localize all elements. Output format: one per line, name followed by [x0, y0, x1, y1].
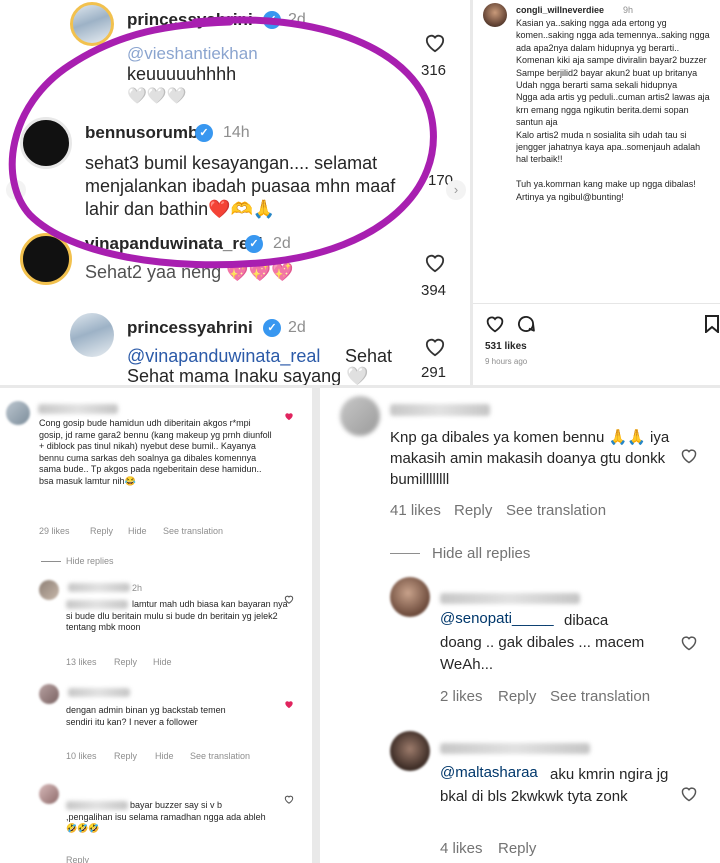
blurred-username [390, 404, 490, 416]
like-count[interactable]: 4 likes [440, 840, 483, 857]
hide-replies-line [390, 553, 420, 554]
comment-text: Cong gosip bude hamidun udh diberitain a… [39, 418, 272, 486]
blurred-username [440, 743, 590, 754]
blurred-username [68, 583, 130, 592]
comment-text: aku kmrin ngira jg bkal di bls 2kwkwk ty… [440, 766, 669, 805]
reply-button[interactable]: Reply [498, 688, 536, 705]
avatar[interactable] [6, 401, 30, 425]
blurred-username [440, 593, 580, 604]
hide-button[interactable]: Hide [153, 657, 172, 667]
highlight-circle [8, 16, 437, 269]
liked-heart-icon[interactable] [284, 412, 294, 421]
hide-button[interactable]: Hide [155, 751, 174, 761]
reply-button[interactable]: Reply [90, 526, 113, 536]
bottom-left-panel: Cong gosip bude hamidun udh diberitain a… [0, 388, 312, 863]
comment-time: 2d [288, 319, 306, 336]
blurred-username [68, 688, 130, 697]
divider [473, 303, 720, 304]
bookmark-icon[interactable] [705, 315, 719, 333]
reply-button[interactable]: Reply [498, 840, 536, 857]
heart-icon[interactable] [284, 795, 294, 804]
hide-button[interactable]: Hide [128, 526, 147, 536]
see-translation-link[interactable]: See translation [190, 751, 250, 761]
see-translation-link[interactable]: See translation [550, 688, 650, 705]
like-count[interactable]: 10 likes [66, 751, 97, 761]
like-count[interactable]: 13 likes [66, 657, 97, 667]
comment-time: 9h [623, 5, 634, 15]
avatar[interactable] [39, 684, 59, 704]
avatar[interactable] [340, 396, 380, 436]
comment-text: dibaca doang .. gak dibales ... macem We… [440, 612, 645, 673]
comment-text: Kasian ya..saking ngga ada ertong yg kom… [516, 18, 710, 202]
reply-button[interactable]: Reply [454, 502, 492, 519]
comment-time: 2h [132, 583, 143, 593]
hide-replies-line [41, 561, 61, 562]
avatar[interactable] [70, 313, 114, 357]
verified-icon: ✓ [263, 319, 281, 337]
reply-button[interactable]: Reply [114, 751, 137, 761]
post-time: 9 hours ago [485, 357, 528, 366]
bottom-right-panel: Knp ga dibales ya komen bennu 🙏🙏 iya mak… [320, 388, 720, 863]
hide-replies-button[interactable]: Hide replies [66, 556, 114, 566]
heart-icon[interactable] [424, 337, 446, 357]
like-count: 291 [421, 364, 447, 381]
see-translation-link[interactable]: See translation [506, 502, 606, 519]
top-right-panel: congli_willneverdiee 9h Kasian ya..sakin… [473, 0, 720, 385]
comment-text: dengan admin binan yg backstab temen sen… [66, 705, 226, 727]
comment-username[interactable]: princessyahrini [127, 318, 253, 338]
comment-text: Knp ga dibales ya komen bennu 🙏🙏 iya mak… [390, 429, 670, 488]
comment-text: Sehat Sehat mama Inaku sayang 🤍🤍 [127, 346, 393, 385]
divider [312, 388, 320, 863]
reply-button[interactable]: Reply [114, 657, 137, 667]
hide-all-replies-button[interactable]: Hide all replies [432, 545, 530, 562]
heart-icon[interactable] [680, 448, 698, 464]
like-count[interactable]: 29 likes [39, 526, 70, 536]
avatar[interactable] [39, 580, 59, 600]
comment-text: bayar buzzer say si v b ,pengalihan isu … [66, 800, 266, 833]
comment-username[interactable]: congli_willneverdiee [516, 5, 604, 15]
liked-heart-icon[interactable] [284, 700, 294, 709]
avatar[interactable] [390, 731, 430, 771]
like-count[interactable]: 41 likes [390, 502, 441, 519]
see-translation-link[interactable]: See translation [163, 526, 223, 536]
like-count[interactable]: 2 likes [440, 688, 483, 705]
avatar[interactable] [39, 784, 59, 804]
blurred-username [38, 404, 118, 414]
heart-icon[interactable] [680, 786, 698, 802]
avatar[interactable] [483, 3, 507, 27]
comment-icon[interactable] [516, 314, 536, 334]
heart-icon[interactable] [680, 635, 698, 651]
like-heart-icon[interactable] [485, 315, 505, 333]
reply-button[interactable]: Reply [66, 855, 89, 863]
top-left-panel: princessyahrini ✓ 2d @vieshantiekhan keu… [0, 0, 470, 385]
likes-count[interactable]: 531 likes [485, 341, 527, 352]
comment-text: lamtur mah udh biasa kan bayaran nya si … [66, 599, 288, 632]
avatar[interactable] [390, 577, 430, 617]
